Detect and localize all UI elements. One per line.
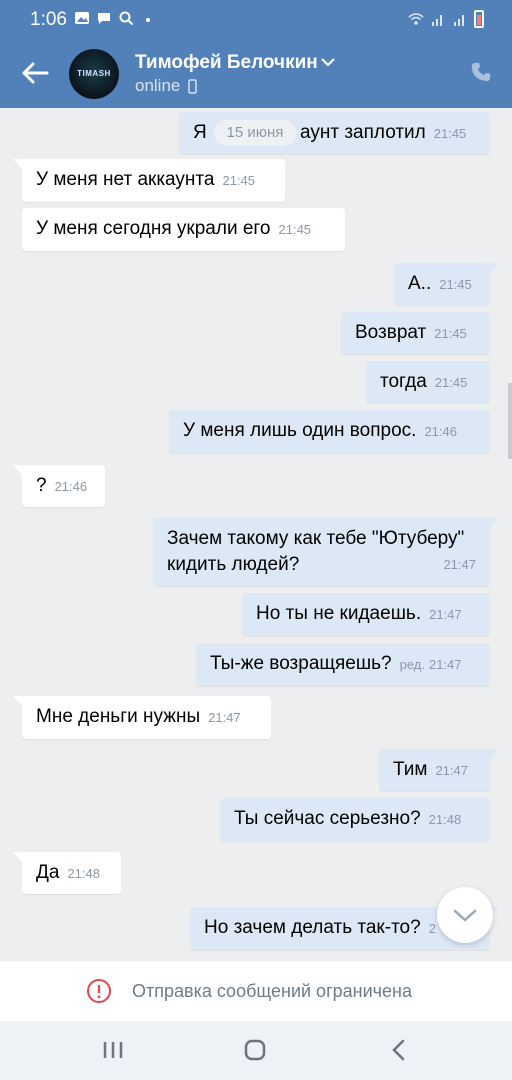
outgoing-message[interactable]: У меня лишь один вопрос. 21:46 bbox=[169, 410, 490, 453]
outgoing-message[interactable]: Возврат 21:45 bbox=[341, 312, 490, 354]
incoming-message[interactable]: У меня сегодня украли его 21:45 bbox=[22, 208, 345, 251]
message-time: 21:45 bbox=[434, 375, 468, 390]
incoming-message[interactable]: ? 21:46 bbox=[13, 465, 105, 507]
top-bar: 1:06 TIMASH Тимофей Белочкин online bbox=[0, 0, 512, 108]
outgoing-message[interactable]: тогда 21:45 bbox=[366, 361, 490, 403]
message-text-line: Зачем такому как тебе "Ютуберу" bbox=[167, 528, 465, 549]
battery-icon bbox=[474, 10, 484, 28]
outgoing-message[interactable]: Ты сейчас серьезно? 21:48 bbox=[220, 798, 490, 841]
message-text: Ты сейчас серьезно? bbox=[234, 808, 421, 829]
dot-icon bbox=[146, 18, 150, 22]
message-text: Тим bbox=[393, 759, 428, 780]
restriction-bar: Отправка сообщений ограничена bbox=[0, 961, 512, 1021]
scrollbar-thumb[interactable] bbox=[508, 383, 512, 459]
mobile-icon bbox=[188, 78, 198, 94]
scroll-down-icon bbox=[453, 909, 477, 922]
edited-label: ред. bbox=[399, 657, 425, 672]
message-time: 21:45 bbox=[222, 173, 256, 188]
message-time: 21:45 bbox=[433, 126, 467, 141]
message-text: У меня лишь один вопрос. bbox=[183, 420, 417, 441]
message-text: Я bbox=[193, 122, 212, 143]
message-time: 21:48 bbox=[428, 812, 462, 827]
outgoing-message[interactable]: Ты-же возращяешь? ред. 21:47 bbox=[196, 643, 490, 686]
message-text: А.. bbox=[408, 273, 432, 294]
message-text: аунт заплотил bbox=[300, 122, 426, 143]
avatar[interactable]: TIMASH bbox=[69, 49, 119, 99]
message-text: Но ты не кидаешь. bbox=[256, 603, 422, 624]
avatar-text: TIMASH bbox=[77, 69, 111, 78]
message-feed[interactable]: Я аунт заплотил 21:45 У меня нет аккаунта 2… bbox=[0, 108, 512, 961]
outgoing-message[interactable]: Зачем такому как тебе "Ютуберу" кидить лю… bbox=[153, 518, 499, 586]
message-text: Да bbox=[36, 862, 60, 883]
status-time: 1:06 bbox=[30, 9, 67, 30]
message-time: 21:45 bbox=[439, 277, 472, 292]
chevron-down-icon[interactable] bbox=[320, 56, 336, 68]
contact-name[interactable]: Тимофей Белочкин bbox=[135, 52, 318, 74]
nav-back-icon[interactable] bbox=[384, 1037, 414, 1063]
message-text: Ты-же возращяешь? bbox=[210, 653, 392, 674]
presence-text: online bbox=[135, 76, 181, 95]
status-bar: 1:06 bbox=[0, 0, 512, 38]
message-time: 21:48 bbox=[67, 866, 100, 881]
outgoing-message[interactable]: А.. 21:45 bbox=[394, 263, 499, 305]
search-icon bbox=[119, 11, 134, 26]
message-text: ? bbox=[36, 475, 47, 496]
home-icon[interactable] bbox=[240, 1037, 270, 1063]
message-time: 21:47 bbox=[428, 657, 462, 672]
message-time: 21:47 bbox=[435, 763, 468, 778]
message-time: 21:45 bbox=[434, 326, 467, 341]
phone-icon[interactable] bbox=[470, 61, 492, 83]
message-text: Но зачем делать так-то? bbox=[204, 917, 421, 938]
notification-icons bbox=[74, 10, 156, 26]
message-time: 21:46 bbox=[424, 424, 457, 439]
system-icons bbox=[408, 10, 484, 28]
message-text: тогда bbox=[380, 371, 427, 392]
message-text-line: кидить людей? bbox=[167, 554, 300, 575]
message-text: У меня сегодня украли его bbox=[36, 218, 271, 239]
message-text: Мне деньги нужны bbox=[36, 706, 201, 727]
system-nav-bar bbox=[0, 1021, 512, 1080]
incoming-message[interactable]: Да 21:48 bbox=[13, 852, 121, 894]
incoming-message[interactable]: Мне деньги нужны 21:47 bbox=[13, 696, 271, 739]
presence-status: online bbox=[135, 76, 198, 96]
message-time: 21:47 bbox=[429, 607, 462, 622]
message-time: 2 bbox=[428, 921, 436, 936]
recent-apps-icon[interactable] bbox=[98, 1037, 128, 1063]
gallery-icon bbox=[75, 12, 89, 24]
wifi-icon bbox=[408, 13, 424, 25]
message-text: Возврат bbox=[355, 322, 427, 343]
outgoing-message[interactable]: Но ты не кидаешь. 21:47 bbox=[242, 593, 490, 636]
back-arrow-icon[interactable] bbox=[20, 60, 50, 86]
message-time: 21:46 bbox=[54, 479, 88, 494]
message-time: 21:47 bbox=[208, 710, 241, 725]
message-time: 21:45 bbox=[278, 222, 312, 237]
signal-icon-2 bbox=[454, 15, 464, 26]
message-time: 21:47 bbox=[443, 557, 476, 572]
date-separator: 15 июня bbox=[214, 120, 296, 146]
outgoing-message[interactable]: Тим 21:47 bbox=[379, 749, 499, 791]
restriction-text: Отправка сообщений ограничена bbox=[132, 981, 412, 1001]
incoming-message[interactable]: У меня нет аккаунта 21:45 bbox=[13, 159, 285, 202]
chat-icon bbox=[98, 13, 110, 24]
message-text: У меня нет аккаунта bbox=[36, 169, 215, 190]
signal-icon bbox=[432, 15, 442, 26]
warning-circle-icon bbox=[87, 979, 111, 1003]
scroll-down-button[interactable] bbox=[437, 887, 493, 943]
